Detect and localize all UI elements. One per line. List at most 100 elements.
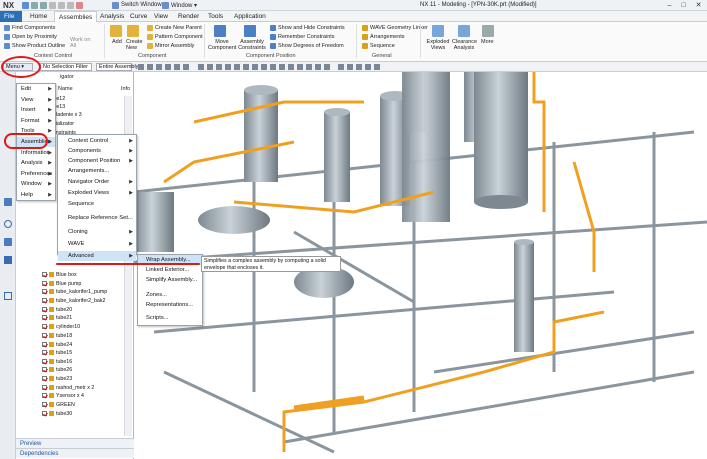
repeat-command-icon[interactable] — [76, 2, 83, 9]
assemblies-item-arrangements[interactable]: Arrangements... — [58, 166, 136, 176]
column-header-name[interactable]: Name — [58, 86, 73, 94]
find-components-button[interactable]: Find Components — [12, 25, 55, 31]
assemblies-item-context-control[interactable]: Context Control ▶ — [58, 136, 136, 146]
menu-item-view[interactable]: View ▶ — [17, 95, 55, 105]
advanced-item-linked-exterior[interactable]: Linked Exterior... — [138, 265, 202, 275]
roles-icon[interactable] — [4, 238, 12, 246]
window-icon[interactable] — [162, 2, 169, 9]
sequence-button[interactable]: Sequence — [370, 43, 395, 49]
visibility-checkbox[interactable] — [42, 402, 47, 408]
assemblies-item-exploded-views[interactable]: Exploded Views ▶ — [58, 188, 136, 198]
visibility-checkbox[interactable] — [42, 281, 47, 287]
advanced-item-scripts[interactable]: Scripts... — [138, 313, 202, 323]
tab-analysis[interactable]: Analysis — [96, 11, 128, 22]
visibility-checkbox[interactable] — [42, 376, 47, 382]
tree-node[interactable]: tube23 — [42, 375, 72, 384]
visibility-checkbox[interactable] — [42, 385, 47, 391]
cut-icon[interactable] — [49, 2, 56, 9]
tree-node[interactable]: tube18 — [42, 332, 72, 341]
maximize-icon[interactable]: □ — [679, 1, 688, 10]
menu-item-window[interactable]: Window ▶ — [17, 179, 55, 189]
menu-item-help[interactable]: Help ▶ — [17, 190, 55, 200]
column-header-info[interactable]: Info — [121, 86, 130, 94]
save-icon[interactable] — [22, 2, 29, 9]
tree-node[interactable]: tube_kalorifer1_pump — [42, 288, 107, 297]
advanced-item-simplify-assembly[interactable]: Simplify Assembly... — [138, 275, 202, 285]
window-menu-button[interactable]: Window ▾ — [171, 2, 197, 9]
visibility-checkbox[interactable] — [42, 289, 47, 295]
tab-render[interactable]: Render — [174, 11, 203, 22]
menu-item-information[interactable]: Information ▶ — [17, 148, 55, 158]
add-button[interactable]: Add — [112, 39, 122, 45]
open-by-proximity-button[interactable]: Open by Proximity — [12, 34, 57, 40]
tab-tools[interactable]: Tools — [204, 11, 227, 22]
clearance-analysis-button[interactable]: Clearance Analysis — [452, 39, 477, 51]
tab-file[interactable]: File — [0, 11, 22, 22]
assembly-constraints-button[interactable]: Assembly Constraints — [238, 39, 266, 51]
visibility-checkbox[interactable] — [42, 324, 47, 330]
selection-filter-dropdown[interactable]: No Selection Filter — [40, 63, 92, 71]
exploded-views-button[interactable]: Exploded Views — [426, 39, 450, 51]
switch-window-icon[interactable] — [112, 2, 119, 9]
mirror-assembly-button[interactable]: Mirror Assembly — [155, 43, 194, 49]
tab-home[interactable]: Home — [26, 11, 51, 22]
tab-curve[interactable]: Curve — [126, 11, 151, 22]
advanced-item-representations[interactable]: Representations... — [138, 300, 202, 310]
selection-scope-dropdown[interactable]: Entire Assembly — [96, 63, 138, 71]
assemblies-item-advanced[interactable]: Advanced ▶ — [58, 251, 136, 261]
tree-node[interactable]: tube_kalorifer2_bak2 — [42, 297, 105, 306]
create-new-button[interactable]: Create New — [126, 39, 144, 51]
menu-item-edit[interactable]: Edit ▶ — [17, 84, 55, 94]
visibility-checkbox[interactable] — [42, 272, 47, 278]
visibility-checkbox[interactable] — [42, 333, 47, 339]
create-new-parent-button[interactable]: Create New Parent — [155, 25, 202, 31]
redo-icon[interactable] — [40, 2, 47, 9]
tree-node[interactable]: GREEN — [42, 401, 75, 410]
arrangements-button[interactable]: Arrangements — [370, 34, 405, 40]
menu-item-analysis[interactable]: Analysis ▶ — [17, 158, 55, 168]
show-dof-button[interactable]: Show Degrees of Freedom — [278, 43, 344, 49]
show-product-outline-button[interactable]: Show Product Outline — [12, 43, 65, 49]
tab-assemblies[interactable]: Assemblies — [54, 11, 98, 22]
assemblies-item-replace-reference-set[interactable]: Replace Reference Set... — [58, 213, 136, 223]
assemblies-item-sequence[interactable]: Sequence — [58, 199, 136, 209]
remember-constraints-button[interactable]: Remember Constraints — [278, 34, 335, 40]
preview-panel-header[interactable]: Preview — [16, 438, 134, 448]
move-component-button[interactable]: Move Component — [208, 39, 236, 51]
work-on-all-button[interactable]: Work on All — [70, 37, 94, 49]
tree-node[interactable]: tube30 — [42, 410, 72, 419]
visibility-checkbox[interactable] — [42, 393, 47, 399]
visibility-checkbox[interactable] — [42, 298, 47, 304]
visibility-checkbox[interactable] — [42, 315, 47, 321]
tree-node[interactable]: Blue box — [42, 271, 77, 280]
tree-node[interactable]: cylinder10 — [42, 323, 80, 332]
history-icon[interactable] — [4, 220, 12, 228]
menu-item-preferences[interactable]: Preferences ▶ — [17, 169, 55, 179]
visibility-checkbox[interactable] — [42, 350, 47, 356]
assemblies-item-navigator-order[interactable]: Navigator Order ▶ — [58, 177, 136, 187]
pattern-component-button[interactable]: Pattern Component — [155, 34, 203, 40]
minimize-icon[interactable]: – — [665, 1, 674, 10]
visibility-checkbox[interactable] — [42, 342, 47, 348]
tab-view[interactable]: View — [150, 11, 172, 22]
visibility-checkbox[interactable] — [42, 367, 47, 373]
assemblies-item-components[interactable]: Components ▶ — [58, 146, 136, 156]
snap-toolbar[interactable] — [138, 63, 438, 71]
system-scene-icon[interactable] — [4, 256, 12, 264]
tree-node[interactable]: Ysensor x 4 — [42, 392, 84, 401]
paste-icon[interactable] — [67, 2, 74, 9]
switch-window-button[interactable]: Switch Window — [121, 2, 162, 8]
show-hide-constraints-button[interactable]: Show and Hide Constraints — [278, 25, 345, 31]
more-button[interactable]: More — [481, 39, 494, 45]
assemblies-item-cloning[interactable]: Cloning ▶ — [58, 227, 136, 237]
tree-node[interactable]: tube21 — [42, 314, 72, 323]
menu-item-format[interactable]: Format ▶ — [17, 116, 55, 126]
tree-node[interactable]: tube26 — [42, 366, 72, 375]
visibility-checkbox[interactable] — [42, 359, 47, 365]
tab-application[interactable]: Application — [230, 11, 270, 22]
visibility-checkbox[interactable] — [42, 411, 47, 417]
assemblies-item-component-position[interactable]: Component Position ▶ — [58, 156, 136, 166]
advanced-item-zones[interactable]: Zones... — [138, 290, 202, 300]
copy-icon[interactable] — [58, 2, 65, 9]
assemblies-item-wave[interactable]: WAVE ▶ — [58, 239, 136, 249]
